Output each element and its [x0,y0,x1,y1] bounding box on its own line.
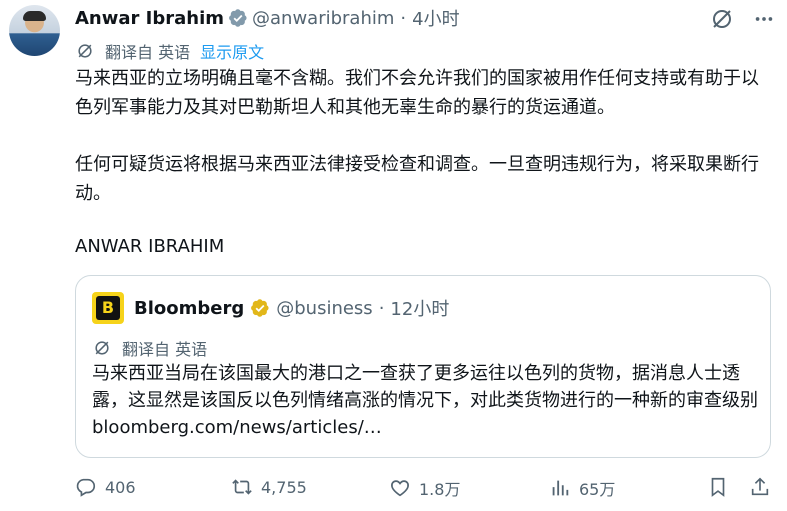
author-avatar[interactable] [9,5,60,56]
reply-button[interactable]: 406 [75,476,136,498]
views-count: 65万 [579,480,616,499]
more-icon[interactable] [753,8,775,30]
translation-row: 翻译自 英语 显示原文 [75,39,264,63]
views-icon [552,480,569,496]
like-count: 1.8万 [419,480,461,499]
grok-icon[interactable] [710,7,734,31]
quote-translation-row: 翻译自 英语 [92,336,207,360]
translated-from-label: 翻译自 英语 [105,43,191,62]
like-button[interactable]: 1.8万 [389,476,460,500]
tweet-signature: ANWAR IBRAHIM [75,236,225,257]
verified-icon [229,9,247,27]
translate-icon [78,44,92,58]
quote-author-name[interactable]: Bloomberg [134,298,244,319]
translate-icon [95,341,109,355]
action-bar: 406 4,755 1.8万 65万 [75,476,775,504]
quote-header: B Bloomberg @business · 12小时 [92,292,449,324]
share-icon [751,477,769,496]
bloomberg-avatar[interactable]: B [92,292,124,324]
quote-post-time[interactable]: 12小时 [390,295,449,321]
tweet-paragraph-2: 任何可疑货运将根据马来西亚法律接受检查和调查。一旦查明违规行为，将采取果断行动。 [75,154,759,204]
bloomberg-logo-letter: B [96,296,120,320]
repost-button[interactable]: 4,755 [231,476,307,498]
views-button[interactable]: 65万 [549,476,615,500]
tweet-header: Anwar Ibrahim @anwaribrahim · 4小时 [75,5,460,31]
gold-verified-icon [251,299,269,317]
reply-count: 406 [105,477,136,497]
reply-icon [76,478,96,497]
post-time[interactable]: 4小时 [412,5,459,31]
quote-text: 马来西亚当局在该国最大的港口之一查获了更多运往以色列的货物，据消息人士透露，这显… [92,363,758,438]
bookmark-icon [711,477,725,497]
show-original-link[interactable]: 显示原文 [200,39,264,63]
like-icon [391,480,409,497]
bookmark-button[interactable] [707,476,729,498]
quote-translated-from-label: 翻译自 英语 [122,340,208,359]
separator-dot: · [400,7,407,29]
author-name[interactable]: Anwar Ibrahim [75,8,224,29]
repost-icon [232,479,252,495]
repost-count: 4,755 [261,477,307,497]
author-handle[interactable]: @anwaribrahim [252,8,394,29]
quote-separator-dot: · [378,297,385,319]
share-button[interactable] [749,476,771,498]
quote-author-handle[interactable]: @business [276,298,372,319]
tweet-paragraph-1: 马来西亚的立场明确且毫不含糊。我们不会允许我们的国家被用作任何支持或有助于以色列… [75,68,759,118]
quoted-tweet[interactable]: B Bloomberg @business · 12小时 翻译自 英语 马来西亚… [75,275,771,458]
